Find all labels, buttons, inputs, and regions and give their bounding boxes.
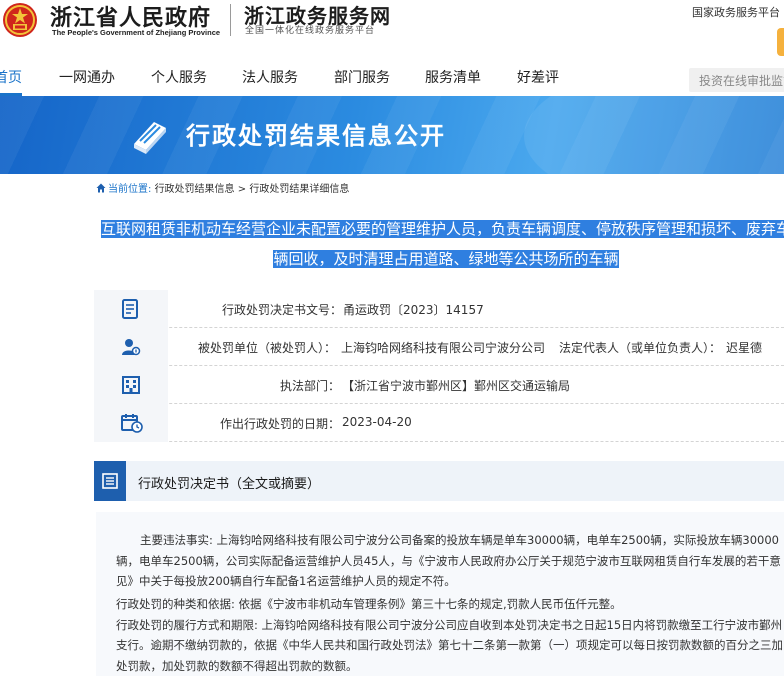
- legal-representative-label: 法定代表人（或单位负责人）：: [559, 341, 722, 355]
- person-icon: [122, 339, 141, 356]
- info-row-date: 作出行政处罚的日期： 2023-04-20: [94, 404, 784, 442]
- decision-content: 主要违法事实: 上海钧哈网络科技有限公司宁波分公司备案的投放车辆是单车30000…: [96, 512, 784, 676]
- icon-cell: [94, 404, 168, 442]
- nav-item-evaluation[interactable]: 好差评: [517, 67, 559, 87]
- icon-cell: [94, 366, 168, 404]
- authority-label: 执法部门：: [280, 379, 341, 393]
- banner-title: 行政处罚结果信息公开: [186, 122, 446, 150]
- national-emblem-icon: [3, 3, 37, 37]
- page-banner: 行政处罚结果信息公开: [0, 96, 784, 174]
- home-icon: [96, 183, 106, 193]
- penalty-type-basis: 行政处罚的种类和依据: 依据《宁波市非机动车管理条例》第三十七条的规定,罚款人民…: [116, 597, 622, 611]
- breadcrumb-penalty-results[interactable]: 行政处罚结果信息: [155, 184, 235, 195]
- building-icon: [122, 376, 140, 394]
- decision-section-title: 行政处罚决定书（全文或摘要）: [138, 477, 321, 492]
- breadcrumb-penalty-detail[interactable]: 行政处罚结果详细信息: [249, 184, 349, 195]
- breadcrumb-current-label: 当前位置:: [108, 184, 152, 195]
- nav-item-legal-person[interactable]: 法人服务: [242, 67, 298, 87]
- info-row-decision-number: 行政处罚决定书文号： 甬运政罚〔2023〕14157: [94, 290, 784, 328]
- case-title: 互联网租赁非机动车经营企业未配置必要的管理维护人员，负责车辆调度、停放秩序管理和…: [96, 214, 784, 274]
- case-title-line-2: 辆回收，及时清理占用道路、绿地等公共场所的车辆: [273, 250, 619, 268]
- punished-party-label: 被处罚单位（被处罚人）：: [198, 341, 337, 355]
- site-header: 浙江省人民政府 The People's Government of Zheji…: [0, 0, 784, 58]
- government-name-english: The People's Government of Zhejiang Prov…: [52, 28, 221, 37]
- banner-glow: [524, 96, 784, 174]
- violation-facts: 主要违法事实: 上海钧哈网络科技有限公司宁波分公司备案的投放车辆是单车30000…: [116, 533, 781, 588]
- penalty-date-value: 2023-04-20: [342, 415, 412, 429]
- main-nav: 首页 一网通办 个人服务 法人服务 部门服务 服务清单 好差评 投资在线审批监管…: [0, 58, 784, 96]
- book-icon: [134, 122, 166, 154]
- nav-item-department[interactable]: 部门服务: [334, 67, 390, 87]
- info-row-authority: 执法部门： 【浙江省宁波市鄞州区】鄞州区交通运输局: [94, 366, 784, 404]
- nav-item-personal[interactable]: 个人服务: [151, 67, 207, 87]
- floating-badge-icon[interactable]: [777, 28, 784, 56]
- info-row-punished-party: 被处罚单位（被处罚人）： 上海钧哈网络科技有限公司宁波分公司 法定代表人（或单位…: [94, 328, 784, 366]
- case-title-line-1: 互联网租赁非机动车经营企业未配置必要的管理维护人员，负责车辆调度、停放秩序管理和…: [100, 220, 784, 238]
- investment-platform-search[interactable]: 投资在线审批监管平台: [689, 68, 784, 92]
- header-divider: [230, 4, 231, 36]
- national-platform-link[interactable]: 国家政务服务平台: [692, 4, 780, 20]
- authority-value: 【浙江省宁波市鄞州区】鄞州区交通运输局: [342, 379, 571, 393]
- section-icon-block: [94, 461, 126, 501]
- punished-party-value: 上海钧哈网络科技有限公司宁波分公司: [341, 341, 546, 355]
- breadcrumb-separator: >: [237, 184, 247, 195]
- icon-cell: [94, 328, 168, 366]
- penalty-fulfillment: 行政处罚的履行方式和期限: 上海钧哈网络科技有限公司宁波分公司应自收到本处罚决定…: [116, 617, 783, 673]
- list-icon: [102, 473, 118, 489]
- decision-section-header: 行政处罚决定书（全文或摘要）: [94, 461, 784, 501]
- calendar-clock-icon: [121, 414, 143, 433]
- case-info-table: 行政处罚决定书文号： 甬运政罚〔2023〕14157 被处罚单位（被处罚人）： …: [94, 290, 784, 442]
- nav-item-service-list[interactable]: 服务清单: [425, 67, 481, 87]
- decision-number-value: 甬运政罚〔2023〕14157: [343, 303, 484, 317]
- nav-item-one-stop[interactable]: 一网通办: [59, 67, 115, 87]
- legal-representative-value: 迟星德: [726, 341, 763, 355]
- nav-item-home[interactable]: 首页: [0, 67, 22, 87]
- penalty-date-label: 作出行政处罚的日期：: [220, 417, 341, 431]
- icon-cell: [94, 290, 168, 328]
- breadcrumb: 当前位置: 行政处罚结果信息 > 行政处罚结果详细信息: [96, 180, 349, 195]
- service-network-subtitle: 全国一体化在线政务服务平台: [245, 26, 376, 36]
- document-icon: [122, 299, 138, 319]
- decision-number-label: 行政处罚决定书文号：: [222, 303, 343, 317]
